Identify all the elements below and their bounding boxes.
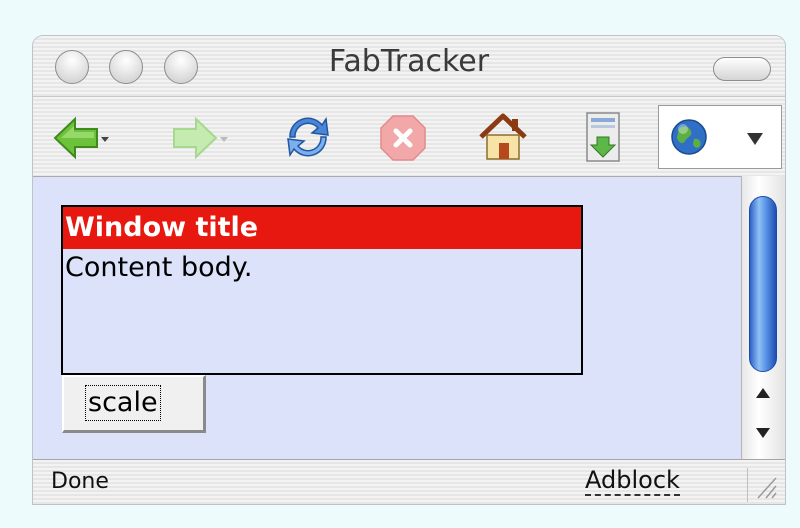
- downloads-button[interactable]: [581, 111, 625, 169]
- resize-grip-icon[interactable]: [747, 468, 779, 502]
- demo-window-panel: Window title Content body.: [61, 205, 583, 375]
- back-button[interactable]: [53, 115, 109, 165]
- stop-button[interactable]: [378, 113, 428, 167]
- scale-button-label: scale: [85, 385, 161, 421]
- scroll-down-arrow-icon[interactable]: [756, 428, 770, 438]
- page-content: Window title Content body. scale: [33, 176, 741, 459]
- status-text: Done: [51, 469, 109, 494]
- title-bar[interactable]: FabTracker: [33, 36, 785, 96]
- forward-history-chevron-icon[interactable]: [220, 137, 228, 142]
- reload-icon: [287, 116, 329, 158]
- scroll-up-arrow-icon[interactable]: [756, 388, 770, 398]
- stop-icon: [380, 115, 426, 161]
- panel-body-text: Content body.: [65, 252, 253, 283]
- panel-title[interactable]: Window title: [63, 207, 581, 249]
- home-icon: [479, 113, 527, 160]
- scale-button[interactable]: scale: [62, 375, 206, 433]
- back-history-chevron-icon[interactable]: [101, 137, 109, 142]
- vertical-scrollbar[interactable]: [741, 176, 785, 459]
- forward-button[interactable]: [168, 115, 228, 165]
- status-bar: Done Adblock: [33, 459, 785, 504]
- scrollbar-thumb[interactable]: [749, 196, 777, 372]
- window-title: FabTracker: [328, 44, 490, 79]
- browser-window: FabTracker Window title Content body. sc…: [33, 36, 785, 504]
- adblock-link[interactable]: Adblock: [585, 466, 680, 496]
- reload-button[interactable]: [282, 111, 334, 167]
- toolbar-toggle-button[interactable]: [713, 57, 771, 81]
- address-bar[interactable]: [658, 105, 782, 169]
- back-arrow-icon: [53, 116, 98, 160]
- navigation-toolbar: [33, 96, 785, 176]
- globe-icon: [671, 119, 707, 155]
- download-icon: [586, 112, 620, 162]
- home-button[interactable]: [477, 111, 529, 167]
- address-bar-chevron-down-icon[interactable]: [747, 133, 763, 145]
- forward-arrow-icon: [173, 116, 218, 160]
